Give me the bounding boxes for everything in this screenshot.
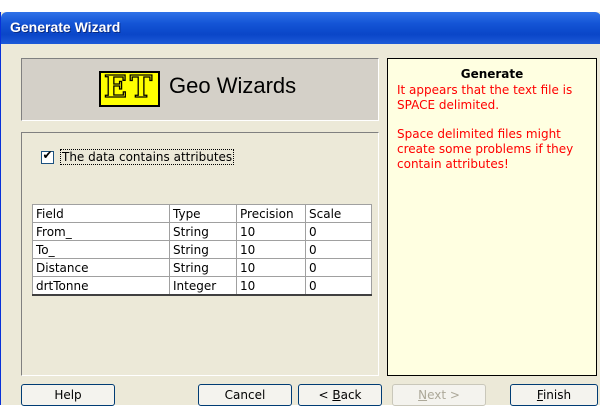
logo-banner: ET Geo Wizards bbox=[21, 58, 379, 121]
options-panel: ✔ The data contains attributes Field Typ… bbox=[21, 132, 379, 376]
attributes-checkbox[interactable]: ✔ bbox=[41, 147, 54, 164]
table-row[interactable]: Distance String 10 0 bbox=[32, 258, 372, 277]
cell-type[interactable]: String bbox=[169, 222, 237, 241]
column-header-precision[interactable]: Precision bbox=[236, 204, 306, 223]
info-heading: Generate bbox=[460, 67, 524, 81]
next-button[interactable]: Next > bbox=[392, 384, 486, 406]
checkmark-icon: ✔ bbox=[42, 147, 53, 162]
cell-precision[interactable]: 10 bbox=[236, 240, 306, 259]
help-button[interactable]: Help bbox=[21, 384, 115, 406]
cell-scale[interactable]: 0 bbox=[305, 258, 372, 277]
cell-type[interactable]: String bbox=[169, 258, 237, 277]
column-header-scale[interactable]: Scale bbox=[305, 204, 372, 223]
cell-scale[interactable]: 0 bbox=[305, 276, 372, 296]
cell-precision[interactable]: 10 bbox=[236, 222, 306, 241]
warning-message: Space delimited files might create some … bbox=[397, 127, 574, 171]
table-row[interactable]: drtTonne Integer 10 0 bbox=[32, 276, 372, 296]
finish-button[interactable]: Finish bbox=[510, 384, 598, 406]
attributes-checkbox-row[interactable]: ✔ The data contains attributes bbox=[41, 147, 235, 165]
cancel-button[interactable]: Cancel bbox=[198, 384, 292, 406]
back-button-accelerator: B bbox=[332, 388, 341, 402]
column-header-type[interactable]: Type bbox=[169, 204, 237, 223]
et-logo-mark: ET bbox=[99, 71, 161, 107]
logo-text: Geo Wizards bbox=[169, 73, 297, 98]
back-button-label: ack bbox=[340, 388, 362, 402]
cell-precision[interactable]: 10 bbox=[236, 258, 306, 277]
next-button-label: ext > bbox=[427, 388, 460, 402]
button-bar: Help Cancel < Back Next > Finish bbox=[1, 384, 600, 406]
cell-scale[interactable]: 0 bbox=[305, 240, 372, 259]
table-header-row: Field Type Precision Scale bbox=[32, 204, 372, 223]
fields-table: Field Type Precision Scale From_ String … bbox=[32, 204, 372, 296]
back-button-prefix: < bbox=[318, 388, 333, 402]
table-row[interactable]: From_ String 10 0 bbox=[32, 222, 372, 241]
delimiter-message: It appears that the text file is SPACE d… bbox=[397, 83, 573, 112]
cell-precision[interactable]: 10 bbox=[236, 276, 306, 296]
info-panel: Generate It appears that the text file i… bbox=[387, 58, 597, 376]
finish-button-label: inish bbox=[542, 388, 572, 402]
wizard-window: Generate Wizard ET Geo Wizards ✔ The dat… bbox=[0, 12, 600, 406]
column-header-field[interactable]: Field bbox=[32, 204, 170, 223]
table-row[interactable]: To_ String 10 0 bbox=[32, 240, 372, 259]
cell-field[interactable]: drtTonne bbox=[32, 276, 170, 296]
attributes-checkbox-label[interactable]: The data contains attributes bbox=[60, 149, 235, 165]
back-button[interactable]: < Back bbox=[298, 384, 382, 406]
title-bar[interactable]: Generate Wizard bbox=[1, 12, 600, 44]
left-panel: ET Geo Wizards ✔ The data contains attri… bbox=[21, 58, 379, 376]
cell-field[interactable]: Distance bbox=[32, 258, 170, 277]
next-button-accelerator: N bbox=[418, 388, 428, 402]
window-title: Generate Wizard bbox=[10, 19, 121, 35]
cell-field[interactable]: From_ bbox=[32, 222, 170, 241]
cancel-button-label: Cancel bbox=[224, 388, 266, 402]
cell-field[interactable]: To_ bbox=[32, 240, 170, 259]
cell-type[interactable]: String bbox=[169, 240, 237, 259]
cell-type[interactable]: Integer bbox=[169, 276, 237, 296]
help-button-label: Help bbox=[54, 388, 82, 402]
cell-scale[interactable]: 0 bbox=[305, 222, 372, 241]
